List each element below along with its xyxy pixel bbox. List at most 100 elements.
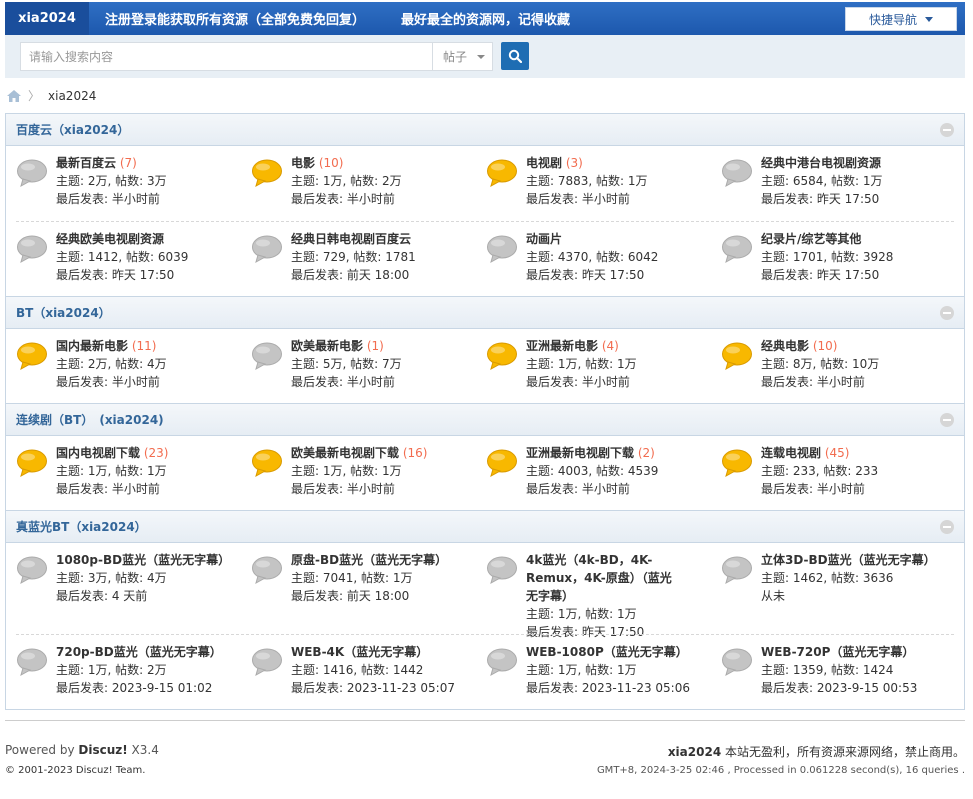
forum-last-post[interactable]: 最后发表: 半小时前: [56, 373, 241, 391]
forum-last-post[interactable]: 最后发表: 前天 18:00: [291, 266, 476, 284]
nav-link-bookmark[interactable]: 最好最全的资源网，记得收藏: [401, 9, 570, 28]
forum-last-post[interactable]: 从未: [761, 587, 946, 605]
forum-last-post[interactable]: 最后发表: 昨天 17:50: [526, 266, 711, 284]
breadcrumb-current[interactable]: xia2024: [48, 89, 96, 103]
no-new-posts-bubble-icon[interactable]: [251, 341, 283, 376]
home-icon[interactable]: [6, 89, 22, 103]
site-name-link[interactable]: xia2024: [668, 745, 721, 759]
forum-last-post[interactable]: 最后发表: 半小时前: [526, 373, 711, 391]
forum-stats: 主题: 1万, 帖数: 1万: [526, 357, 637, 371]
forum-last-post[interactable]: 最后发表: 半小时前: [56, 190, 241, 208]
forum-last-post[interactable]: 最后发表: 半小时前: [761, 373, 946, 391]
nav-link-register[interactable]: 注册登录能获取所有资源（全部免费免回复）: [105, 9, 365, 28]
forum-name-link[interactable]: 纪录片/综艺等其他: [761, 232, 861, 246]
section-title[interactable]: 真蓝光BT（xia2024）: [16, 518, 147, 535]
new-posts-bubble-icon[interactable]: [721, 448, 753, 483]
no-new-posts-bubble-icon[interactable]: [16, 234, 48, 269]
chevron-down-icon: [925, 16, 933, 22]
new-posts-bubble-icon[interactable]: [486, 158, 518, 193]
forum-last-post[interactable]: 最后发表: 4 天前: [56, 587, 241, 605]
search-type-select[interactable]: 帖子: [432, 42, 493, 71]
forum-last-post[interactable]: 最后发表: 昨天 17:50: [761, 190, 946, 208]
forum-last-post[interactable]: 最后发表: 前天 18:00: [291, 587, 476, 605]
forum-item: 欧美最新电影 (1) 主题: 5万, 帖数: 7万 最后发表: 半小时前: [241, 329, 476, 403]
forum-item: 1080p-BD蓝光（蓝光无字幕） 主题: 3万, 帖数: 4万 最后发表: 4 …: [6, 543, 241, 635]
new-posts-bubble-icon[interactable]: [251, 158, 283, 193]
new-posts-bubble-icon[interactable]: [721, 341, 753, 376]
section-title[interactable]: 连续剧（BT） (xia2024): [16, 411, 164, 428]
no-new-posts-bubble-icon[interactable]: [486, 555, 518, 590]
no-new-posts-bubble-icon[interactable]: [721, 158, 753, 193]
new-posts-bubble-icon[interactable]: [16, 341, 48, 376]
forum-name-link[interactable]: WEB-720P（蓝光无字幕）: [761, 645, 914, 659]
forum-name-link[interactable]: 亚洲最新电视剧下载: [526, 446, 634, 460]
forum-last-post[interactable]: 最后发表: 半小时前: [291, 480, 476, 498]
forum-name-link[interactable]: 经典中港台电视剧资源: [761, 156, 881, 170]
forum-name-link[interactable]: 经典电影: [761, 339, 809, 353]
forum-name-link[interactable]: 欧美最新电视剧下载: [291, 446, 399, 460]
forum-name-link[interactable]: 连载电视剧: [761, 446, 821, 460]
forum-name-link[interactable]: 最新百度云: [56, 156, 116, 170]
forum-last-post[interactable]: 最后发表: 半小时前: [291, 190, 476, 208]
no-new-posts-bubble-icon[interactable]: [16, 555, 48, 590]
forum-last-post[interactable]: 最后发表: 2023-9-15 01:02: [56, 679, 241, 697]
forum-name-link[interactable]: 经典欧美电视剧资源: [56, 232, 164, 246]
collapse-icon[interactable]: [940, 413, 954, 427]
forum-name-link[interactable]: WEB-1080P（蓝光无字幕）: [526, 645, 688, 659]
forum-last-post[interactable]: 最后发表: 2023-9-15 00:53: [761, 679, 946, 697]
forum-name-link[interactable]: 720p-BD蓝光（蓝光无字幕）: [56, 645, 222, 659]
forum-item: 电视剧 (3) 主题: 7883, 帖数: 1万 最后发表: 半小时前: [476, 146, 711, 222]
site-brand-link[interactable]: xia2024: [5, 2, 89, 35]
forum-last-post[interactable]: 最后发表: 半小时前: [56, 480, 241, 498]
no-new-posts-bubble-icon[interactable]: [251, 647, 283, 682]
forum-last-post[interactable]: 最后发表: 2023-11-23 05:07: [291, 679, 476, 697]
disclaimer-text: 本站无盈利，所有资源来源网络，禁止商用。: [721, 745, 965, 759]
forum-last-post[interactable]: 最后发表: 半小时前: [526, 190, 711, 208]
no-new-posts-bubble-icon[interactable]: [486, 234, 518, 269]
forum-name-link[interactable]: 1080p-BD蓝光（蓝光无字幕）: [56, 553, 230, 567]
forum-name-link[interactable]: WEB-4K（蓝光无字幕）: [291, 645, 428, 659]
search-input[interactable]: 请输入搜索内容: [20, 42, 433, 71]
no-new-posts-bubble-icon[interactable]: [721, 234, 753, 269]
collapse-icon[interactable]: [940, 306, 954, 320]
discuz-link[interactable]: Discuz!: [78, 743, 127, 757]
forum-row: 国内最新电影 (11) 主题: 2万, 帖数: 4万 最后发表: 半小时前 欧美最新电…: [6, 329, 964, 403]
forum-name-link[interactable]: 电视剧: [526, 156, 562, 170]
forum-name-link[interactable]: 亚洲最新电影: [526, 339, 598, 353]
new-post-count: (2): [637, 446, 655, 460]
search-button[interactable]: [501, 42, 529, 70]
section-header: 百度云（xia2024）: [6, 114, 964, 146]
new-posts-bubble-icon[interactable]: [251, 448, 283, 483]
no-new-posts-bubble-icon[interactable]: [16, 158, 48, 193]
forum-name-link[interactable]: 立体3D-BD蓝光（蓝光无字幕）: [761, 553, 936, 567]
forum-last-post[interactable]: 最后发表: 半小时前: [291, 373, 476, 391]
forum-name-link[interactable]: 国内电视剧下载: [56, 446, 140, 460]
section-title[interactable]: 百度云（xia2024）: [16, 121, 129, 138]
no-new-posts-bubble-icon[interactable]: [16, 647, 48, 682]
forum-name-link[interactable]: 经典日韩电视剧百度云: [291, 232, 411, 246]
no-new-posts-bubble-icon[interactable]: [251, 555, 283, 590]
no-new-posts-bubble-icon[interactable]: [721, 647, 753, 682]
forum-name-link[interactable]: 国内最新电影: [56, 339, 128, 353]
forum-last-post[interactable]: 最后发表: 半小时前: [761, 480, 946, 498]
forum-name-link[interactable]: 欧美最新电影: [291, 339, 363, 353]
forum-last-post[interactable]: 最后发表: 昨天 17:50: [56, 266, 241, 284]
collapse-icon[interactable]: [940, 520, 954, 534]
new-posts-bubble-icon[interactable]: [486, 341, 518, 376]
new-posts-bubble-icon[interactable]: [16, 448, 48, 483]
forum-name-link[interactable]: 动画片: [526, 232, 562, 246]
no-new-posts-bubble-icon[interactable]: [251, 234, 283, 269]
forum-item: 亚洲最新电影 (4) 主题: 1万, 帖数: 1万 最后发表: 半小时前: [476, 329, 711, 403]
no-new-posts-bubble-icon[interactable]: [721, 555, 753, 590]
forum-name-link[interactable]: 原盘-BD蓝光（蓝光无字幕）: [291, 553, 447, 567]
forum-name-link[interactable]: 电影: [291, 156, 315, 170]
quick-nav-button[interactable]: 快捷导航: [845, 7, 957, 31]
forum-last-post[interactable]: 最后发表: 2023-11-23 05:06: [526, 679, 711, 697]
new-posts-bubble-icon[interactable]: [486, 448, 518, 483]
collapse-icon[interactable]: [940, 123, 954, 137]
section-title[interactable]: BT（xia2024）: [16, 304, 111, 321]
no-new-posts-bubble-icon[interactable]: [486, 647, 518, 682]
forum-last-post[interactable]: 最后发表: 昨天 17:50: [761, 266, 946, 284]
forum-last-post[interactable]: 最后发表: 半小时前: [526, 480, 711, 498]
forum-name-link[interactable]: 4k蓝光（4k-BD，4K-Remux，4K-原盘）（蓝光无字幕）: [526, 553, 672, 603]
